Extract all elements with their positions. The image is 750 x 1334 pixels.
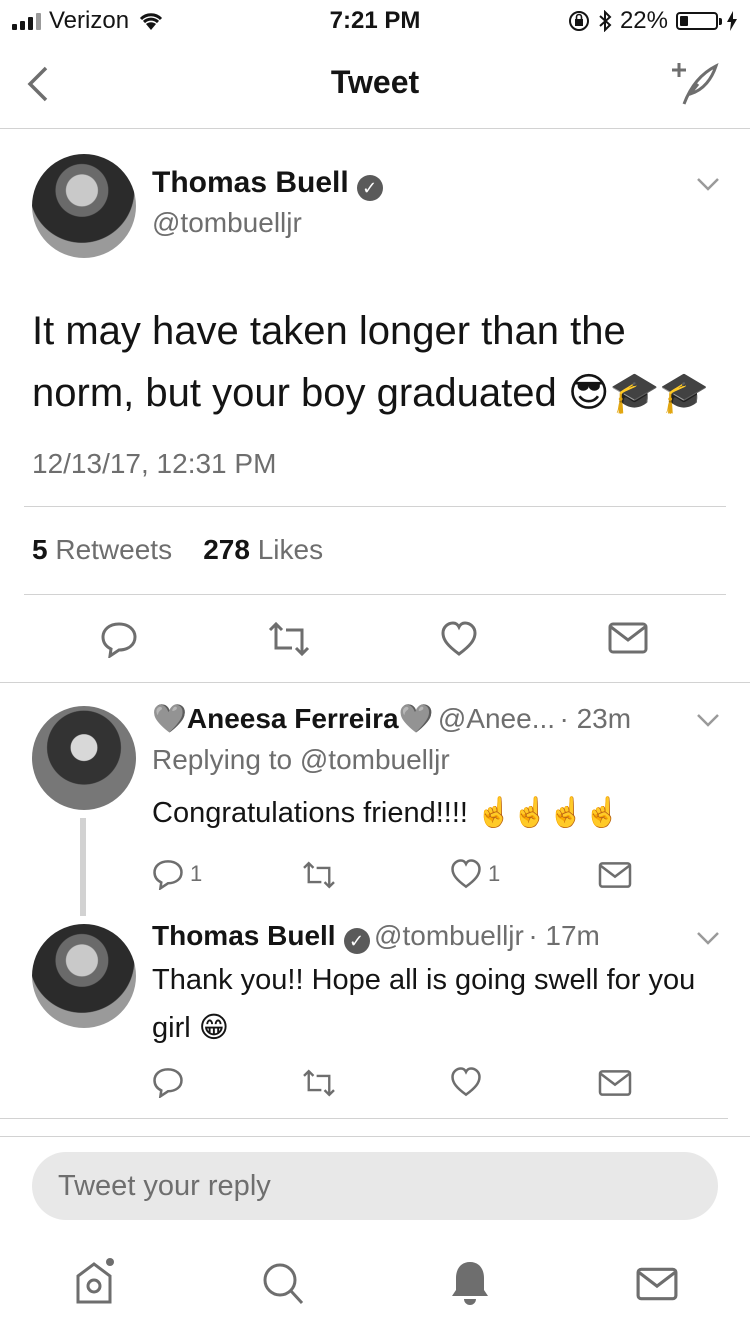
reply-author-handle: @tombuelljr	[374, 920, 524, 951]
battery-icon	[676, 12, 722, 30]
tab-home[interactable]	[74, 1258, 118, 1306]
reply-button[interactable]: 1	[152, 858, 202, 890]
heart-icon	[451, 859, 481, 889]
reply-icon	[101, 622, 137, 658]
tweet-timestamp: 12/13/17, 12:31 PM	[32, 448, 277, 479]
divider	[0, 1136, 750, 1137]
reply-input-placeholder: Tweet your reply	[58, 1170, 271, 1202]
verified-badge-icon: ✓	[343, 927, 370, 954]
verified-badge-icon: ✓	[356, 174, 383, 201]
reply-options-button[interactable]	[696, 930, 720, 951]
tab-messages[interactable]	[636, 1264, 678, 1304]
share-button[interactable]	[598, 1068, 632, 1103]
home-icon	[76, 1258, 114, 1304]
chevron-down-icon	[697, 932, 719, 945]
status-right: 22%	[568, 7, 738, 35]
reply-text: Thank you!! Hope all is going swell for …	[152, 964, 696, 1044]
reply-text: Congratulations friend!!!! ☝️☝️☝️☝️	[152, 797, 621, 829]
heart-icon	[441, 621, 477, 656]
page-title: Tweet	[330, 64, 420, 100]
author-info[interactable]: Thomas Buell ✓ @tombuelljr	[152, 166, 383, 239]
like-button[interactable]: 1	[450, 858, 500, 890]
divider	[24, 506, 726, 507]
author-avatar[interactable]	[32, 154, 136, 258]
charging-icon	[727, 11, 737, 31]
reply-time: · 17m	[528, 920, 600, 951]
retweet-button[interactable]	[300, 1068, 338, 1103]
like-count: 1	[488, 861, 501, 886]
thread-line	[80, 818, 86, 916]
reply-button[interactable]	[152, 1066, 184, 1103]
divider	[24, 594, 726, 595]
replying-to[interactable]: Replying to @tombuelljr	[152, 744, 450, 776]
mail-icon	[608, 622, 648, 654]
compose-button[interactable]	[670, 60, 720, 113]
bluetooth-icon	[599, 10, 612, 32]
reply-avatar[interactable]	[32, 706, 136, 810]
reply-avatar[interactable]	[32, 924, 136, 1028]
rotation-lock-icon	[568, 11, 589, 31]
messages-icon	[636, 1267, 678, 1301]
search-icon	[263, 1263, 304, 1305]
reply-author-name: Thomas Buell	[152, 920, 336, 951]
reply-time: · 23m	[559, 703, 632, 734]
reply-header[interactable]: Thomas Buell ✓ @tombuelljr · 17m	[152, 920, 600, 954]
reply-author-name: 🩶Aneesa Ferreira🩶	[152, 703, 434, 734]
tab-notifications[interactable]	[450, 1260, 490, 1306]
navigation-bar: Tweet	[0, 40, 750, 129]
retweet-icon	[303, 1069, 335, 1097]
reply-options-button[interactable]	[696, 712, 720, 733]
retweets-label: Retweets	[55, 534, 173, 565]
like-button[interactable]	[450, 1066, 482, 1103]
tweet-text: It may have taken longer than the norm, …	[32, 309, 710, 415]
mail-icon	[598, 1070, 632, 1096]
reply-icon	[153, 860, 183, 890]
compose-tweet-icon	[672, 63, 719, 105]
share-button[interactable]	[598, 860, 632, 895]
author-name: Thomas Buell	[152, 166, 349, 199]
like-button[interactable]	[440, 620, 478, 658]
share-button[interactable]	[608, 620, 648, 656]
retweets-stat[interactable]: 5 Retweets	[32, 534, 172, 565]
retweets-count: 5	[32, 534, 48, 565]
chevron-down-icon	[697, 714, 719, 727]
reply-button[interactable]	[100, 620, 138, 658]
retweet-button[interactable]	[266, 620, 312, 658]
likes-label: Likes	[257, 534, 324, 565]
tweet-stats: 5 Retweets 278 Likes	[32, 534, 323, 566]
tab-search[interactable]	[262, 1262, 304, 1306]
battery-percent: 22%	[619, 7, 668, 34]
retweet-icon	[303, 861, 335, 889]
heart-icon	[451, 1067, 481, 1097]
reply-author-handle: @Anee...	[437, 703, 556, 734]
likes-stat[interactable]: 278 Likes	[203, 534, 323, 565]
retweet-icon	[268, 621, 310, 657]
reply-input[interactable]: Tweet your reply	[32, 1152, 718, 1220]
reply-icon	[153, 1068, 183, 1099]
divider	[0, 682, 750, 683]
reply-count: 1	[190, 861, 203, 886]
status-bar: Verizon 7:21 PM 22%	[0, 0, 750, 40]
retweet-button[interactable]	[300, 860, 338, 895]
reply-header[interactable]: 🩶Aneesa Ferreira🩶 @Anee... · 23m	[152, 702, 631, 735]
tweet-options-button[interactable]	[696, 176, 720, 197]
mail-icon	[598, 862, 632, 888]
chevron-down-icon	[697, 178, 719, 191]
notifications-icon	[452, 1262, 488, 1305]
author-handle: @tombuelljr	[152, 206, 302, 238]
divider	[0, 1118, 728, 1119]
likes-count: 278	[203, 534, 250, 565]
